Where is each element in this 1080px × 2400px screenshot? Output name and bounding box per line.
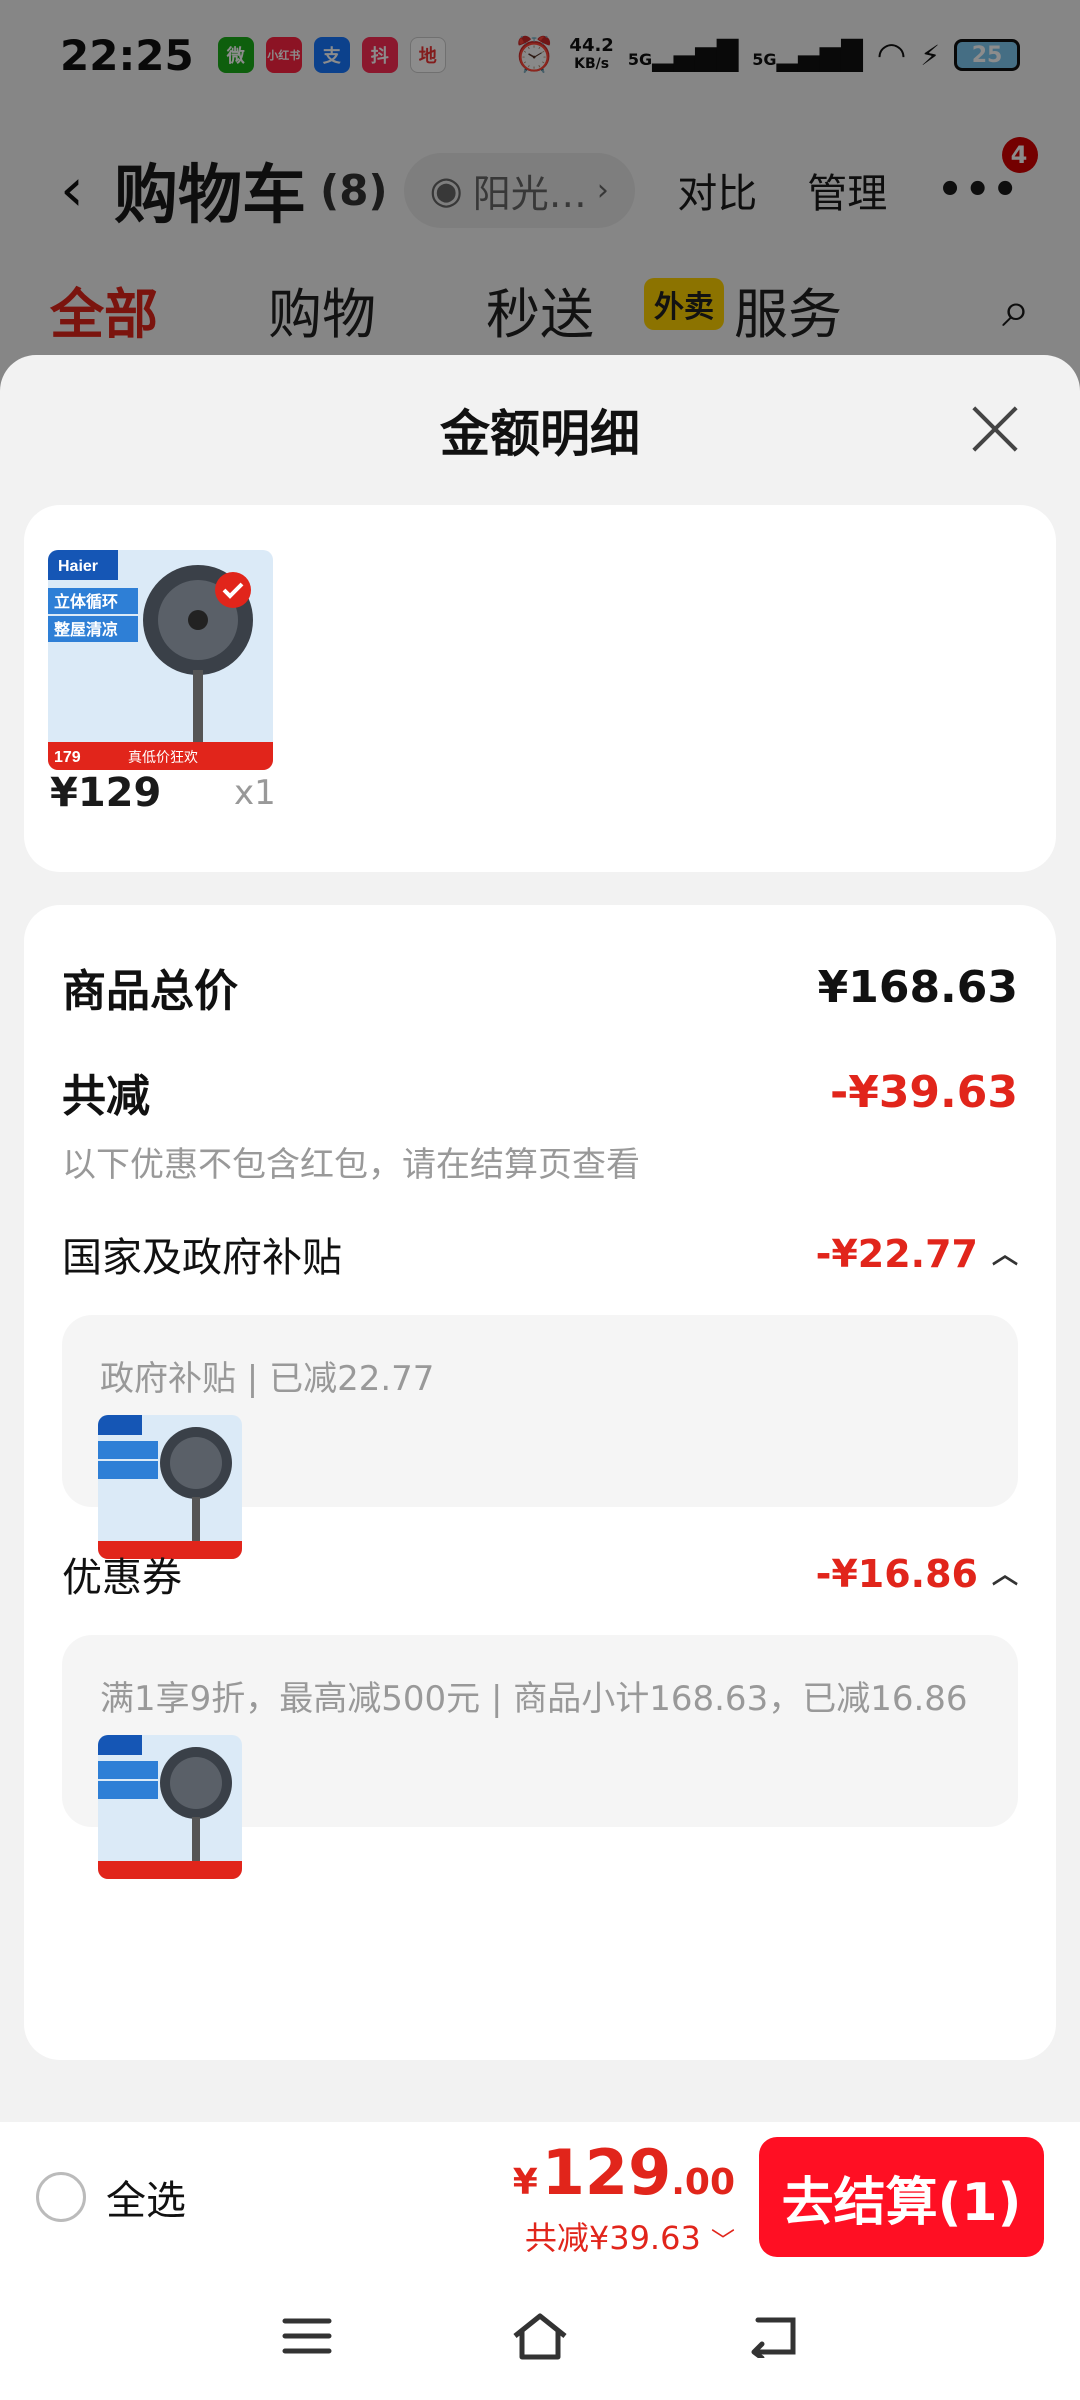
coupon-product-image[interactable] <box>98 1735 242 1879</box>
checkout-bar: 全选 ¥ 129 .00 共减¥39.63 ﹀ 去结算(1) <box>0 2122 1080 2272</box>
subsidy-detail-box: 政府补贴 | 已减22.77 <box>62 1315 1018 1559</box>
discount-note: 以下优惠不包含红包，请在结算页查看 <box>62 1145 640 1185</box>
home-icon[interactable] <box>500 2296 580 2376</box>
total-integer: 129 <box>541 2135 672 2209</box>
subsidy-detail-text: 政府补贴 | 已减22.77 <box>100 1359 435 1399</box>
chevron-up-icon[interactable]: ︿ <box>992 1554 1018 1591</box>
coupon-value: -¥16.86 ︿ <box>816 1552 1018 1596</box>
total-discount-text: 共减¥39.63 <box>524 2218 701 2257</box>
select-all-radio[interactable] <box>36 2172 86 2222</box>
product-price: ¥129 <box>50 770 162 816</box>
discount-row: 共减 -¥39.63 <box>62 1060 1018 1124</box>
product-image[interactable]: Haier 立体循环 整屋清凉 179 真低价狂欢 <box>48 550 273 770</box>
chevron-up-icon[interactable]: ︿ <box>992 1234 1018 1271</box>
product-card: Haier 立体循环 整屋清凉 179 真低价狂欢 ¥129 x1 <box>24 505 1056 872</box>
coupon-row[interactable]: 优惠券 -¥16.86 ︿ <box>62 1545 1018 1603</box>
checkout-totals: ¥ 129 .00 共减¥39.63 ﹀ <box>513 2136 735 2259</box>
subsidy-product-image[interactable] <box>98 1415 242 1559</box>
subsidy-amount: -¥22.77 <box>815 1232 978 1276</box>
discount-value: -¥39.63 <box>829 1066 1018 1118</box>
coupon-detail-box: 满1享9折，最高减500元 | 商品小计168.63，已减16.86 <box>62 1635 1018 1879</box>
subsidy-label: 国家及政府补贴 <box>62 1235 342 1281</box>
menu-icon[interactable] <box>267 2296 347 2376</box>
thumb-brand: Haier <box>58 558 98 575</box>
back-icon[interactable] <box>733 2296 813 2376</box>
checkout-total-price: ¥ 129 .00 <box>513 2136 735 2209</box>
coupon-amount: -¥16.86 <box>815 1552 978 1596</box>
total-discount[interactable]: 共减¥39.63 ﹀ <box>513 2213 735 2259</box>
total-price-value: ¥168.63 <box>817 961 1018 1013</box>
total-price-row: 商品总价 ¥168.63 <box>62 955 1018 1019</box>
select-all-label[interactable]: 全选 <box>106 2168 186 2226</box>
currency-symbol: ¥ <box>512 2161 538 2203</box>
subsidy-value: -¥22.77 ︿ <box>816 1232 1018 1276</box>
coupon-label: 优惠券 <box>62 1555 182 1601</box>
amount-detail-sheet: 金额明细 Haier 立体循环 整屋清凉 179 真低价狂欢 ¥129 x1 商… <box>0 355 1080 2400</box>
close-icon[interactable] <box>970 405 1020 455</box>
system-nav-bar <box>0 2272 1080 2400</box>
coupon-detail-text: 满1享9折，最高减500元 | 商品小计168.63，已减16.86 <box>100 1679 968 1719</box>
discount-label: 共减 <box>62 1071 150 1122</box>
thumb-promo: 真低价狂欢 <box>128 750 198 766</box>
price-summary-card: 商品总价 ¥168.63 共减 -¥39.63 以下优惠不包含红包，请在结算页查… <box>24 905 1056 2060</box>
total-decimal: .00 <box>671 2161 735 2203</box>
subsidy-row[interactable]: 国家及政府补贴 -¥22.77 ︿ <box>62 1225 1018 1283</box>
chevron-down-icon: ﹀ <box>711 2226 735 2255</box>
checkout-button[interactable]: 去结算(1) <box>759 2137 1044 2257</box>
thumb-headline-2: 整屋清凉 <box>53 620 118 639</box>
sheet-header: 金额明细 <box>0 355 1080 505</box>
thumb-headline-1: 立体循环 <box>54 592 118 611</box>
thumb-badge-price: 179 <box>54 749 81 766</box>
total-price-label: 商品总价 <box>62 966 238 1017</box>
product-quantity: x1 <box>234 773 276 813</box>
sheet-title: 金额明细 <box>440 405 640 463</box>
